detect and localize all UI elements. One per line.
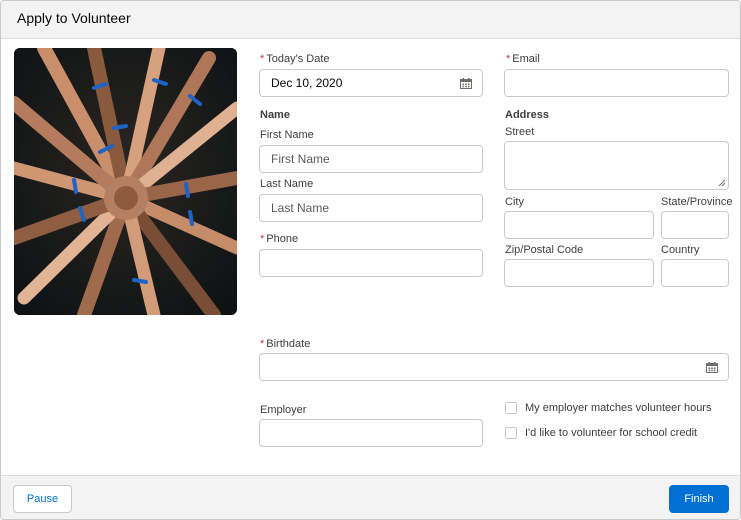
street-textarea[interactable] <box>504 141 729 190</box>
last-name-input[interactable]: Last Name <box>259 194 483 222</box>
birthdate-label-text: Birthdate <box>266 338 311 350</box>
finish-button[interactable]: Finish <box>669 485 729 513</box>
employer-match-label[interactable]: My employer matches volunteer hours <box>525 402 711 414</box>
page-title: Apply to Volunteer <box>17 10 131 26</box>
last-name-label: Last Name <box>260 178 314 190</box>
country-input[interactable] <box>661 259 729 287</box>
todays-date-value: Dec 10, 2020 <box>271 76 343 90</box>
volunteer-hands-photo <box>14 48 237 315</box>
email-label-text: Email <box>512 53 540 65</box>
todays-date-label: * Today's Date <box>260 53 330 65</box>
hands-photo-image <box>14 48 237 315</box>
street-label: Street <box>505 126 535 138</box>
required-asterisk: * <box>260 53 265 65</box>
modal-footer <box>1 475 740 519</box>
phone-label: * Phone <box>260 233 298 245</box>
modal-header: Apply to Volunteer <box>1 1 740 39</box>
calendar-icon[interactable] <box>706 362 718 373</box>
employer-match-checkbox[interactable] <box>505 402 517 414</box>
address-section-heading: Address <box>505 109 550 121</box>
email-input[interactable] <box>504 69 729 97</box>
resize-handle-icon[interactable] <box>718 179 726 187</box>
todays-date-input[interactable]: Dec 10, 2020 <box>259 69 483 97</box>
city-input[interactable] <box>504 211 654 239</box>
state-input[interactable] <box>661 211 729 239</box>
required-asterisk: * <box>260 338 265 350</box>
zip-input[interactable] <box>504 259 654 287</box>
school-credit-label[interactable]: I'd like to volunteer for school credit <box>525 427 697 439</box>
phone-input[interactable] <box>259 249 483 277</box>
phone-label-text: Phone <box>266 233 299 245</box>
employer-label: Employer <box>260 404 307 416</box>
zip-label: Zip/Postal Code <box>505 244 584 256</box>
country-label: Country <box>661 244 700 256</box>
birthdate-input[interactable] <box>259 353 729 381</box>
first-name-label: First Name <box>260 129 314 141</box>
employer-input[interactable] <box>259 419 483 447</box>
required-asterisk: * <box>260 233 265 245</box>
school-credit-checkbox[interactable] <box>505 427 517 439</box>
email-label: * Email <box>506 53 540 65</box>
first-name-input[interactable]: First Name <box>259 145 483 173</box>
pause-button[interactable]: Pause <box>13 485 72 513</box>
todays-date-label-text: Today's Date <box>266 53 330 65</box>
state-label: State/Province <box>661 196 733 208</box>
city-label: City <box>505 196 524 208</box>
name-section-heading: Name <box>260 109 290 121</box>
birthdate-label: * Birthdate <box>260 338 310 350</box>
required-asterisk: * <box>506 53 511 65</box>
calendar-icon[interactable] <box>460 78 472 89</box>
